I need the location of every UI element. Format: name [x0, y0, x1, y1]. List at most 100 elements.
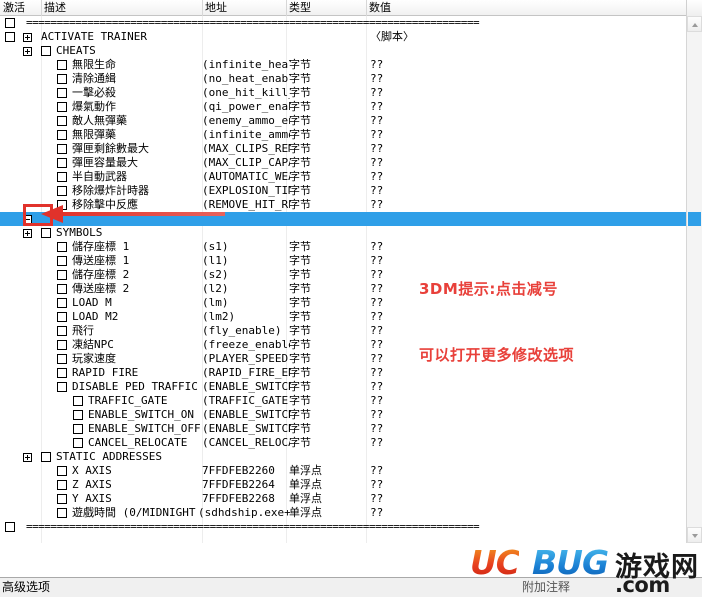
table-row[interactable]: CANCEL_RELOCATE(CANCEL_RELOCAT字节?? [0, 436, 686, 450]
row-value[interactable]: ?? [370, 72, 410, 86]
row-value[interactable]: ?? [370, 100, 410, 114]
row-type[interactable]: 字节 [289, 58, 359, 72]
row-address[interactable]: (TRAFFIC_GATE) [202, 394, 290, 408]
row-type[interactable]: 字节 [289, 352, 359, 366]
row-activate-checkbox[interactable] [57, 298, 67, 308]
row-activate-checkbox[interactable] [5, 32, 15, 42]
row-value[interactable]: ?? [370, 58, 410, 72]
expand-plus-icon[interactable] [23, 453, 32, 462]
column-header-1[interactable]: 描述 [41, 0, 202, 15]
row-value[interactable]: ?? [370, 478, 410, 492]
row-address[interactable]: 7FFDFEB2268 [202, 492, 290, 506]
table-row[interactable]: STATIC ADDRESSES [0, 450, 686, 464]
row-address[interactable]: (ENABLE_SWITCH_ [202, 408, 290, 422]
row-description[interactable]: STATIC ADDRESSES [56, 450, 226, 464]
scrollbar-thumb[interactable] [688, 212, 701, 226]
row-address[interactable]: (sdhdship.exe+2 [198, 506, 290, 520]
row-activate-checkbox[interactable] [57, 172, 67, 182]
row-description[interactable]: CHEATS [56, 44, 226, 58]
row-activate-checkbox[interactable] [57, 340, 67, 350]
row-type[interactable]: 单浮点 [289, 492, 359, 506]
row-type[interactable]: 字节 [289, 114, 359, 128]
row-type[interactable]: 字节 [289, 296, 359, 310]
row-activate-checkbox[interactable] [57, 186, 67, 196]
row-address[interactable]: (qi_power_enabl [202, 100, 290, 114]
row-address[interactable]: (freeze_enable) [202, 338, 290, 352]
row-activate-checkbox[interactable] [73, 424, 83, 434]
row-value[interactable]: ?? [370, 170, 410, 184]
row-activate-checkbox[interactable] [57, 312, 67, 322]
row-type[interactable]: 字节 [289, 156, 359, 170]
row-type[interactable]: 字节 [289, 422, 359, 436]
row-type[interactable]: 字节 [289, 240, 359, 254]
row-address[interactable]: (no_heat_enable [202, 72, 290, 86]
row-address[interactable]: (REMOVE_HIT_REA [202, 198, 290, 212]
row-value[interactable]: ?? [370, 114, 410, 128]
table-row[interactable]: 玩家速度 (PLAYER_SPEED) 字节?? [0, 352, 686, 366]
column-header-4[interactable]: 数值 [366, 0, 486, 15]
row-activate-checkbox[interactable] [57, 284, 67, 294]
table-row[interactable]: X AXIS 7FFDFEB2260 单浮点?? [0, 464, 686, 478]
row-address[interactable]: (infinite_ammo_ [202, 128, 290, 142]
row-type[interactable]: 字节 [289, 282, 359, 296]
table-row[interactable]: 敵人無彈藥(enemy_ammo_ena字节?? [0, 114, 686, 128]
column-divider-2[interactable] [202, 0, 203, 16]
table-row[interactable]: 一擊必殺(one_hit_kill_e字节?? [0, 86, 686, 100]
expand-plus-icon[interactable] [23, 229, 32, 238]
cheat-table-grid[interactable]: ========================================… [0, 16, 686, 543]
table-row[interactable]: ACTIVATE TRAINER 〈脚本〉 [0, 30, 686, 44]
table-row[interactable]: 儲存座標 1 (s1) 字节?? [0, 240, 686, 254]
row-address[interactable]: (s1) [202, 240, 290, 254]
row-address[interactable]: (l1) [202, 254, 290, 268]
table-row[interactable]: ========================================… [0, 16, 686, 30]
row-activate-checkbox[interactable] [57, 144, 67, 154]
row-address[interactable]: (PLAYER_SPEED) [202, 352, 290, 366]
column-divider-4[interactable] [366, 0, 367, 16]
row-address[interactable]: (CANCEL_RELOCAT [202, 436, 290, 450]
row-value[interactable]: ?? [370, 156, 410, 170]
table-row[interactable]: 清除通緝(no_heat_enable字节?? [0, 72, 686, 86]
row-address[interactable]: (fly_enable) [202, 324, 290, 338]
row-value[interactable]: ?? [370, 436, 410, 450]
row-address[interactable]: (lm) [202, 296, 290, 310]
row-value[interactable]: ?? [370, 310, 410, 324]
row-value[interactable]: ?? [370, 366, 410, 380]
row-value[interactable]: ?? [370, 254, 410, 268]
row-type[interactable]: 字节 [289, 338, 359, 352]
row-address[interactable]: (one_hit_kill_e [202, 86, 290, 100]
table-row[interactable]: Y AXIS 7FFDFEB2268 单浮点?? [0, 492, 686, 506]
vertical-scrollbar[interactable] [686, 16, 702, 543]
table-row[interactable]: ========================================… [0, 520, 686, 534]
row-activate-checkbox[interactable] [73, 396, 83, 406]
row-type[interactable]: 字节 [289, 366, 359, 380]
row-type[interactable]: 字节 [289, 310, 359, 324]
row-activate-checkbox[interactable] [73, 438, 83, 448]
row-address[interactable]: 7FFDFEB2264 [202, 478, 290, 492]
row-type[interactable]: 单浮点 [289, 478, 359, 492]
row-value[interactable]: ?? [370, 352, 410, 366]
table-row[interactable]: 凍結NPC(freeze_enable)字节?? [0, 338, 686, 352]
row-value[interactable]: ?? [370, 128, 410, 142]
row-address[interactable]: (ENABLE_SWITCH_ [202, 422, 290, 436]
row-activate-checkbox[interactable] [57, 256, 67, 266]
scroll-up-arrow-icon[interactable] [687, 16, 702, 32]
row-activate-checkbox[interactable] [57, 382, 67, 392]
row-type[interactable]: 字节 [289, 72, 359, 86]
row-activate-checkbox[interactable] [57, 494, 67, 504]
row-activate-checkbox[interactable] [41, 452, 51, 462]
row-value[interactable]: ?? [370, 142, 410, 156]
row-value[interactable]: ?? [370, 380, 410, 394]
row-activate-checkbox[interactable] [5, 18, 15, 28]
row-activate-checkbox[interactable] [5, 522, 15, 532]
row-value[interactable]: ?? [370, 240, 410, 254]
table-row[interactable]: 儲存座標 2 (s2) 字节?? [0, 268, 686, 282]
row-activate-checkbox[interactable] [57, 480, 67, 490]
table-row[interactable]: 無限生命(infinite_healt字节?? [0, 58, 686, 72]
row-value[interactable]: ?? [370, 506, 410, 520]
table-row[interactable]: RAPID FIRE(RAPID_FIRE_ENA字节?? [0, 366, 686, 380]
row-activate-checkbox[interactable] [73, 410, 83, 420]
row-type[interactable]: 字节 [289, 100, 359, 114]
row-activate-checkbox[interactable] [57, 368, 67, 378]
row-value[interactable]: ?? [370, 394, 410, 408]
row-activate-checkbox[interactable] [57, 158, 67, 168]
